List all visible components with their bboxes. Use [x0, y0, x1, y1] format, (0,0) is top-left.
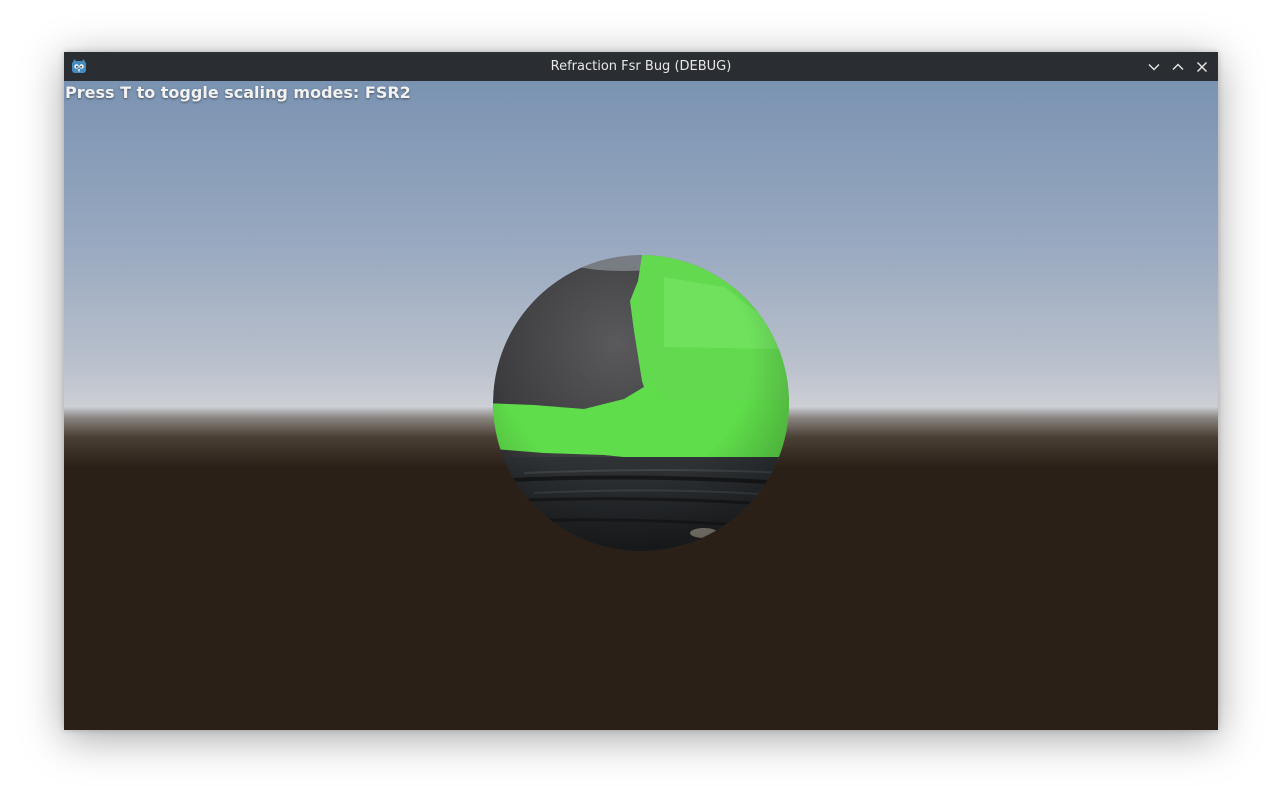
chevron-down-icon — [1148, 64, 1160, 71]
close-button[interactable] — [1193, 58, 1211, 76]
title-bar[interactable]: Refraction Fsr Bug (DEBUG) — [64, 52, 1218, 81]
3d-scene — [64, 81, 1218, 730]
godot-engine-icon[interactable] — [71, 59, 87, 75]
minimize-button[interactable] — [1145, 58, 1163, 76]
game-window: Refraction Fsr Bug (DEBUG) Press T to to… — [64, 52, 1218, 730]
close-icon — [1197, 62, 1207, 72]
maximize-button[interactable] — [1169, 58, 1187, 76]
game-viewport[interactable]: Press T to toggle scaling modes: FSR2 — [64, 81, 1218, 730]
chevron-up-icon — [1172, 63, 1184, 70]
scaling-mode-label: Press T to toggle scaling modes: FSR2 — [65, 83, 411, 102]
window-title: Refraction Fsr Bug (DEBUG) — [550, 59, 732, 74]
